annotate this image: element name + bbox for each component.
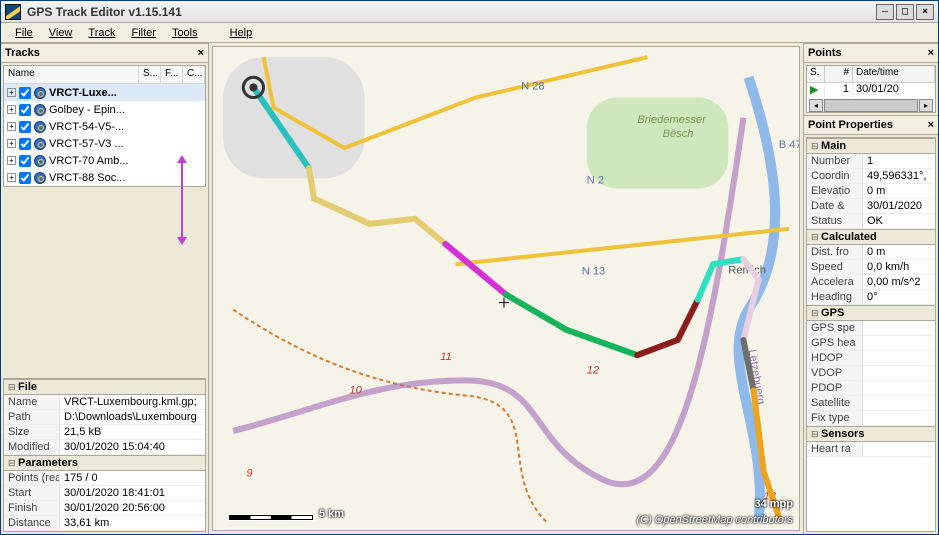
track-checkbox[interactable] — [19, 121, 31, 133]
col-index[interactable]: # — [825, 66, 853, 82]
col-datetime[interactable]: Date/time — [853, 66, 935, 82]
app-title: GPS Track Editor v1.15.141 — [27, 5, 874, 19]
track-row[interactable]: + VRCT-88 Soc... — [4, 169, 205, 186]
expand-icon[interactable]: + — [7, 105, 16, 114]
points-h-scrollbar[interactable]: ◂ ▸ — [809, 99, 933, 112]
col-status[interactable]: S. — [807, 66, 825, 82]
tracks-columns: Name S... F... C... — [4, 66, 205, 84]
col-name[interactable]: Name — [4, 66, 139, 83]
titlebar: GPS Track Editor v1.15.141 – □ × — [1, 1, 938, 23]
section-main[interactable]: Main — [807, 138, 935, 154]
tracks-list: Name S... F... C... + VRCT-Luxe... + Golbe… — [3, 65, 206, 187]
road-label: N 28 — [521, 80, 544, 92]
expand-icon[interactable]: + — [7, 88, 16, 97]
svg-text:11: 11 — [440, 351, 452, 363]
track-row[interactable]: + Golbey - Epin... — [4, 101, 205, 118]
menu-tools[interactable]: Tools — [164, 25, 206, 41]
menu-help[interactable]: Help — [222, 25, 261, 41]
track-icon — [34, 121, 46, 133]
svg-text:B 47: B 47 — [779, 139, 799, 151]
track-icon — [34, 138, 46, 150]
maximize-button[interactable]: □ — [896, 4, 914, 20]
tracks-close-icon[interactable]: × — [198, 47, 204, 59]
map-resolution: 34 mpp — [754, 498, 793, 510]
points-close-icon[interactable]: × — [928, 47, 934, 59]
file-section-header[interactable]: File — [4, 379, 205, 395]
point-props-header: Point Properties × — [804, 115, 938, 135]
track-label: VRCT-54-V5-... — [49, 121, 124, 133]
scale-bar-icon — [229, 515, 313, 520]
svg-text:Bësch: Bësch — [663, 128, 694, 140]
track-checkbox[interactable] — [19, 87, 31, 99]
svg-text:12: 12 — [587, 364, 600, 376]
params-section-header[interactable]: Parameters — [4, 455, 205, 471]
track-row[interactable]: + VRCT-70 Amb... — [4, 152, 205, 169]
track-checkbox[interactable] — [19, 172, 31, 184]
file-properties: File NameVRCT-Luxembourg.kml.gp; PathD:\… — [3, 378, 206, 532]
col-c[interactable]: C... — [183, 66, 205, 83]
section-gps[interactable]: GPS — [807, 305, 935, 321]
point-properties: Main Number1 Coordin49,596331°, Elevatio… — [806, 137, 936, 532]
track-row[interactable]: + VRCT-54-V5-... — [4, 118, 205, 135]
expand-icon[interactable]: + — [7, 173, 16, 182]
svg-text:Briedemesser: Briedemesser — [637, 114, 707, 126]
expand-icon[interactable]: + — [7, 122, 16, 131]
minimize-button[interactable]: – — [876, 4, 894, 20]
track-icon — [34, 87, 46, 99]
track-row[interactable]: + VRCT-Luxe... — [4, 84, 205, 101]
map-canvas[interactable]: 9 10 11 12 13 N 28 B 47 N 2 N 13 Briedem… — [213, 47, 799, 531]
menu-filter[interactable]: Filter — [123, 25, 163, 41]
tracks-header: Tracks × — [1, 43, 208, 63]
point-props-close-icon[interactable]: × — [928, 119, 934, 131]
section-sensors[interactable]: Sensors — [807, 426, 935, 442]
track-icon — [34, 104, 46, 116]
col-s[interactable]: S... — [139, 66, 161, 83]
track-label: VRCT-57-V3 ... — [49, 138, 124, 150]
track-checkbox[interactable] — [19, 155, 31, 167]
close-button[interactable]: × — [916, 4, 934, 20]
map-viewport[interactable]: 9 10 11 12 13 N 28 B 47 N 2 N 13 Briedem… — [212, 46, 800, 531]
flag-icon: ▶ — [807, 83, 825, 98]
svg-text:N 13: N 13 — [582, 265, 605, 277]
track-icon — [34, 172, 46, 184]
svg-text:9: 9 — [246, 467, 252, 479]
point-row[interactable]: ▶ 1 30/01/20 — [807, 83, 935, 98]
menu-view[interactable]: View — [41, 25, 81, 41]
points-list: S. # Date/time ▶ 1 30/01/20 ◂ ▸ — [806, 65, 936, 113]
points-header: Points × — [804, 43, 938, 63]
section-calculated[interactable]: Calculated — [807, 229, 935, 245]
map-scale: 5 km — [229, 508, 344, 520]
menu-file[interactable]: File — [7, 25, 41, 41]
menubar: File View Track Filter Tools Help — [1, 23, 938, 43]
track-label: VRCT-88 Soc... — [49, 172, 125, 184]
track-checkbox[interactable] — [19, 104, 31, 116]
left-panel: Tracks × Name S... F... C... + VRCT-Luxe.… — [1, 43, 209, 534]
track-label: Golbey - Epin... — [49, 104, 125, 116]
map-attribution: (C) OpenStreetMap contributors — [636, 514, 793, 526]
app-icon — [5, 4, 21, 20]
scroll-left-icon[interactable]: ◂ — [809, 99, 823, 112]
scroll-thumb[interactable] — [824, 99, 918, 112]
col-f[interactable]: F... — [161, 66, 183, 83]
menu-track[interactable]: Track — [80, 25, 123, 41]
svg-text:10: 10 — [349, 385, 362, 397]
expand-icon[interactable]: + — [7, 156, 16, 165]
svg-text:N 2: N 2 — [587, 174, 604, 186]
scroll-right-icon[interactable]: ▸ — [919, 99, 933, 112]
track-row[interactable]: + VRCT-57-V3 ... — [4, 135, 205, 152]
track-icon — [34, 155, 46, 167]
right-panel: Points × S. # Date/time ▶ 1 30/01/20 ◂ ▸… — [803, 43, 938, 534]
expand-icon[interactable]: + — [7, 139, 16, 148]
track-checkbox[interactable] — [19, 138, 31, 150]
track-label: VRCT-Luxe... — [49, 87, 117, 99]
track-label: VRCT-70 Amb... — [49, 155, 128, 167]
